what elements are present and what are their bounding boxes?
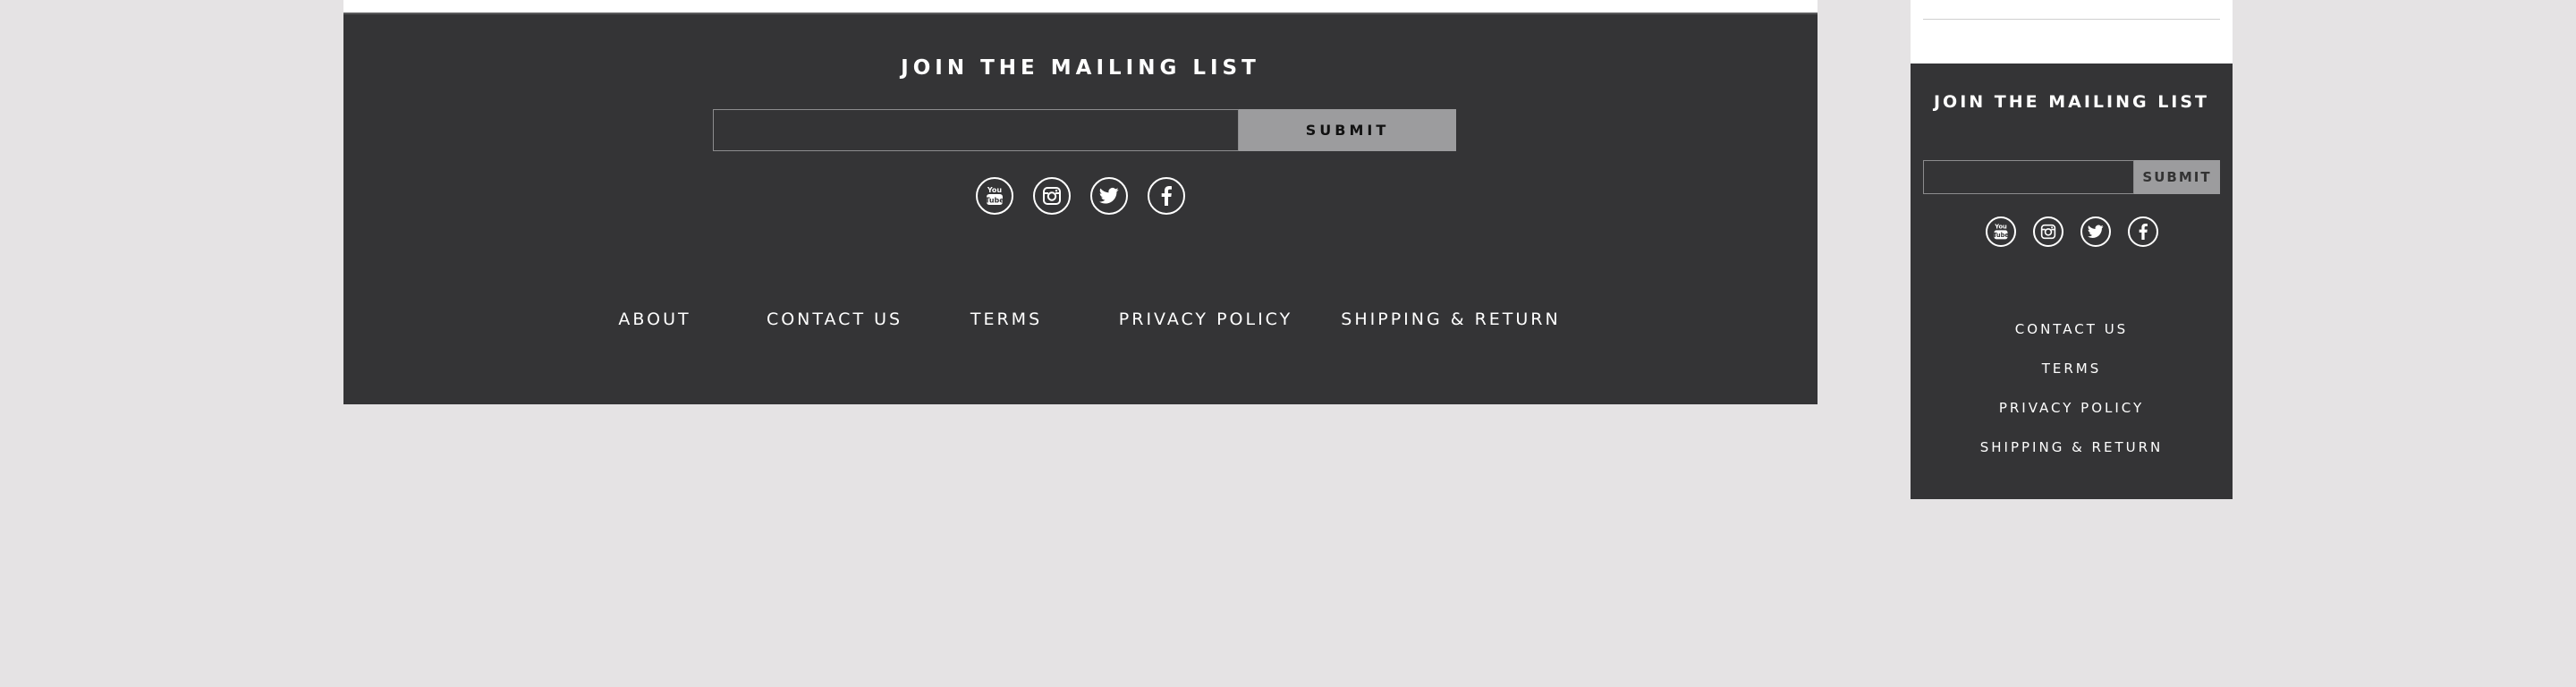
mobile-youtube-link[interactable]: You Tube (1985, 216, 2016, 247)
instagram-icon (2040, 224, 2055, 240)
facebook-icon (1161, 186, 1172, 206)
mobile-content-area-bottom (1911, 0, 2233, 64)
youtube-icon: You Tube (1993, 224, 2009, 240)
footer-link-contact-us[interactable]: CONTACT US (767, 310, 902, 329)
twitter-link[interactable] (1090, 177, 1128, 215)
facebook-link[interactable] (1148, 177, 1185, 215)
mobile-footer-nav: CONTACT US TERMS PRIVACY POLICY SHIPPING… (1911, 320, 2233, 478)
mobile-footer-link-shipping-return[interactable]: SHIPPING & RETURN (1911, 438, 2233, 478)
youtube-link[interactable]: You Tube (976, 177, 1013, 215)
email-input[interactable] (713, 109, 1239, 151)
instagram-link[interactable] (1033, 177, 1071, 215)
footer-link-terms[interactable]: TERMS (970, 310, 1042, 329)
social-links: You Tube (343, 177, 1818, 215)
svg-text:Tube: Tube (985, 197, 1004, 205)
mobile-email-input[interactable] (1923, 160, 2134, 194)
mobile-footer-link-contact-us[interactable]: CONTACT US (1911, 320, 2233, 360)
mobile-instagram-link[interactable] (2032, 216, 2063, 247)
mobile-footer-link-privacy-policy[interactable]: PRIVACY POLICY (1911, 399, 2233, 438)
footer-link-shipping-return[interactable]: SHIPPING & RETURN (1341, 310, 1560, 329)
youtube-icon: You Tube (985, 186, 1004, 205)
mobile-twitter-link[interactable] (2080, 216, 2111, 247)
mobile-footer: JOIN THE MAILING LIST SUBMIT You Tube CO… (1911, 64, 2233, 499)
footer-link-privacy-policy[interactable]: PRIVACY POLICY (1119, 310, 1292, 329)
mobile-submit-button[interactable]: SUBMIT (2134, 160, 2220, 194)
instagram-icon (1043, 187, 1061, 205)
mobile-social-links: You Tube (1911, 216, 2233, 247)
mobile-facebook-link[interactable] (2127, 216, 2158, 247)
twitter-icon (2087, 225, 2104, 238)
mobile-footer-link-terms[interactable]: TERMS (1911, 360, 2233, 399)
desktop-footer: JOIN THE MAILING LIST SUBMIT You Tube AB… (343, 13, 1818, 404)
svg-text:You: You (987, 186, 1003, 194)
twitter-icon (1099, 187, 1119, 204)
divider (1923, 19, 2220, 20)
content-area-bottom (343, 0, 1818, 13)
footer-nav: ABOUT CONTACT US TERMS PRIVACY POLICY SH… (343, 310, 1818, 331)
svg-text:You: You (1994, 224, 2007, 231)
mobile-mailing-list-title: JOIN THE MAILING LIST (1933, 92, 2210, 112)
facebook-icon (2139, 224, 2148, 240)
svg-text:Tube: Tube (1993, 232, 2009, 239)
footer-link-about[interactable]: ABOUT (618, 310, 691, 329)
submit-button[interactable]: SUBMIT (1239, 109, 1456, 151)
mailing-list-title: JOIN THE MAILING LIST (901, 56, 1260, 80)
